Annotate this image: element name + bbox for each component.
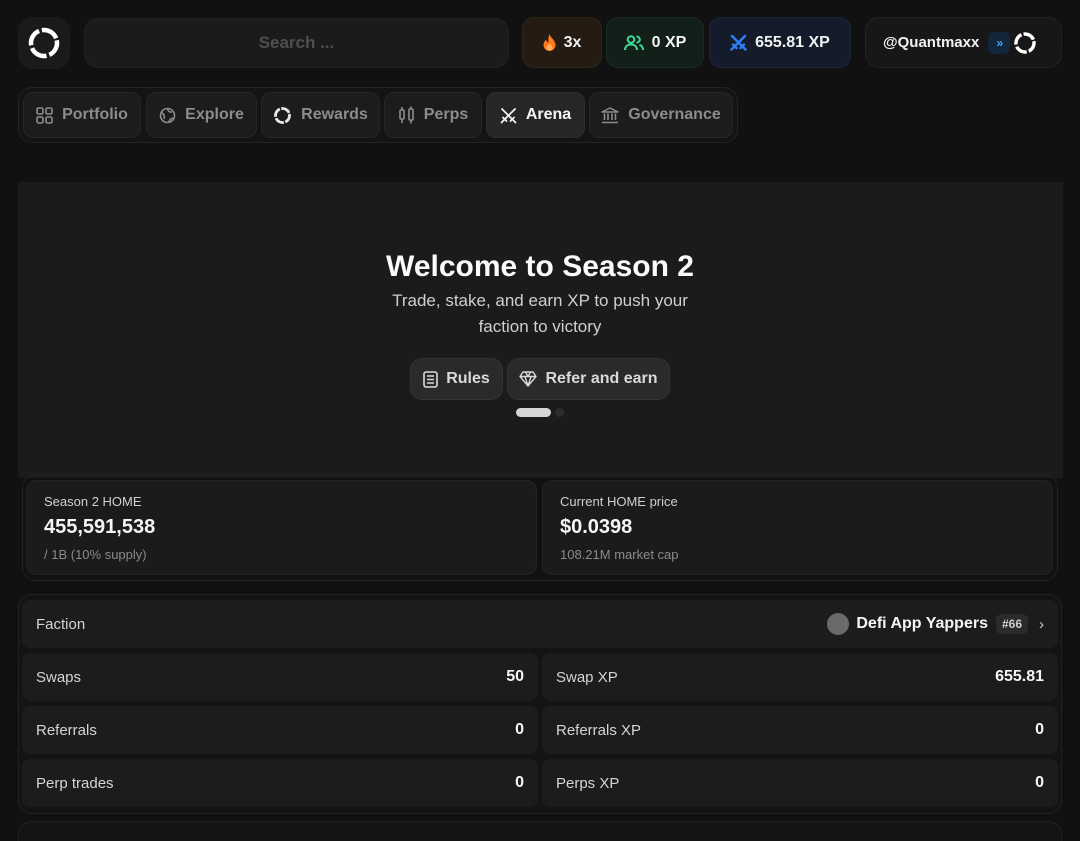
- table-row: Referrals XP 0: [542, 706, 1058, 754]
- home-price-card: Current HOME price $0.0398 108.21M marke…: [542, 480, 1053, 575]
- faction-rank-badge: #66: [995, 614, 1028, 634]
- referral-xp-pill[interactable]: 0 XP: [606, 17, 704, 68]
- arena-xp-pill[interactable]: 655.81 XP: [709, 17, 851, 68]
- faction-label: Faction: [36, 615, 86, 633]
- stat-xp-label: Perps XP: [556, 774, 620, 792]
- card-label: Season 2 HOME: [44, 494, 142, 509]
- table-row: Referrals 0: [22, 706, 538, 754]
- stat-label: Referrals: [36, 721, 97, 739]
- referral-xp-value: 0 XP: [651, 33, 687, 51]
- season-home-card: Season 2 HOME 455,591,538 / 1B (10% supp…: [26, 480, 537, 575]
- nav-label-rewards: Rewards: [301, 106, 368, 123]
- swords-icon: [730, 34, 747, 51]
- nav-item-explore[interactable]: Explore: [146, 92, 257, 138]
- table-row: Swap XP 655.81: [542, 653, 1058, 701]
- arena-xp-value: 655.81 XP: [755, 33, 830, 51]
- stat-xp-value: 0: [1035, 774, 1044, 791]
- nav-item-perps[interactable]: Perps: [384, 92, 482, 138]
- faction-name: Defi App Yappers: [856, 615, 988, 632]
- streak-pill[interactable]: 3x: [522, 17, 602, 68]
- diamond-icon: [519, 371, 538, 387]
- streak-value: 3x: [563, 33, 582, 51]
- table-row: Swaps 50: [22, 653, 538, 701]
- stat-xp-value: 655.81: [995, 668, 1044, 685]
- card-label: Current HOME price: [560, 494, 678, 509]
- grid-icon: [36, 106, 53, 124]
- logo-ring-icon: [28, 27, 60, 59]
- hero-title: Welcome to Season 2: [386, 250, 694, 283]
- refer-label: Refer and earn: [545, 370, 658, 387]
- nav-label-governance: Governance: [628, 106, 721, 123]
- rules-label: Rules: [446, 370, 490, 387]
- chevron-right-icon: ›: [1039, 615, 1044, 633]
- flame-icon: [543, 34, 556, 51]
- carousel-dot[interactable]: [555, 408, 564, 417]
- stat-xp-value: 0: [1035, 721, 1044, 738]
- stat-xp-label: Swap XP: [556, 668, 618, 686]
- double-chevron-icon: »: [988, 31, 1011, 54]
- table-row: Perp trades 0: [22, 759, 538, 807]
- bank-icon: [601, 106, 619, 123]
- next-panel: [18, 821, 1062, 841]
- stat-value: 0: [515, 774, 524, 791]
- nav-item-arena[interactable]: Arena: [486, 92, 585, 138]
- user-handle: @Quantmaxx: [883, 34, 980, 51]
- search-bar[interactable]: [84, 18, 509, 68]
- document-icon: [423, 370, 439, 388]
- carousel-dot-active[interactable]: [516, 408, 551, 417]
- users-icon: [623, 34, 644, 50]
- stat-label: Perp trades: [36, 774, 114, 792]
- stat-xp-label: Referrals XP: [556, 721, 642, 739]
- stat-label: Swaps: [36, 668, 82, 686]
- faction-row[interactable]: Faction Defi App Yappers #66 ›: [22, 600, 1058, 648]
- nav-label-arena: Arena: [525, 106, 572, 123]
- nav-item-rewards[interactable]: Rewards: [261, 92, 380, 138]
- hero-subtitle: Trade, stake, and earn XP to push your f…: [392, 291, 688, 336]
- nav-label-portfolio: Portfolio: [62, 106, 128, 123]
- nav-label-perps: Perps: [423, 106, 469, 123]
- user-profile-button[interactable]: @Quantmaxx »: [865, 17, 1062, 68]
- stat-value: 0: [515, 721, 524, 738]
- ring-icon: [274, 106, 292, 124]
- nav-label-explore: Explore: [185, 106, 244, 123]
- table-row: Perps XP 0: [542, 759, 1058, 807]
- rules-button[interactable]: Rules: [410, 358, 503, 400]
- card-subtext: / 1B (10% supply): [44, 547, 147, 562]
- refer-and-earn-button[interactable]: Refer and earn: [507, 358, 670, 400]
- stat-value: 50: [506, 668, 524, 685]
- app-logo[interactable]: [18, 17, 70, 69]
- swords-icon: [500, 107, 517, 123]
- nav-item-governance[interactable]: Governance: [589, 92, 733, 138]
- faction-avatar: [827, 613, 850, 635]
- nav-item-portfolio[interactable]: Portfolio: [23, 92, 141, 138]
- search-input[interactable]: [85, 19, 508, 67]
- card-subtext: 108.21M market cap: [560, 547, 679, 562]
- card-value: 455,591,538: [44, 516, 156, 538]
- card-value: $0.0398: [560, 516, 633, 538]
- globe-icon: [159, 107, 176, 123]
- avatar-ring-icon: [1014, 31, 1037, 54]
- candles-icon: [398, 106, 414, 124]
